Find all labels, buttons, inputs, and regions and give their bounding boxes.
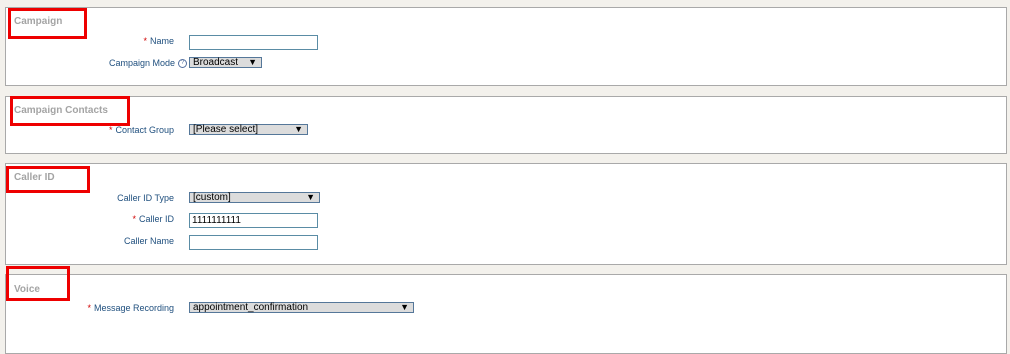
chevron-down-icon: ▼ <box>294 124 303 134</box>
contact-group-label: * Contact Group <box>108 125 174 135</box>
message-recording-select[interactable]: appointment_confirmation ▼ <box>189 302 414 313</box>
caller-id-type-label: Caller ID Type <box>117 193 174 203</box>
name-input[interactable] <box>189 35 318 50</box>
caller-id-title-highlight <box>6 166 90 193</box>
campaign-mode-label: Campaign Mode? <box>109 58 187 69</box>
caller-id-label: * Caller ID <box>132 214 174 224</box>
voice-title-highlight <box>6 266 70 301</box>
campaign-title-highlight <box>8 8 87 39</box>
campaign-mode-select[interactable]: Broadcast ▼ <box>189 57 262 68</box>
contact-group-select[interactable]: [Please select] ▼ <box>189 124 308 135</box>
caller-id-type-select[interactable]: [custom] ▼ <box>189 192 320 203</box>
message-recording-label: * Message Recording <box>87 303 174 313</box>
caller-name-input[interactable] <box>189 235 318 250</box>
campaign-section: Campaign <box>5 7 1007 86</box>
chevron-down-icon: ▼ <box>248 57 257 67</box>
chevron-down-icon: ▼ <box>400 302 409 312</box>
contacts-title-highlight <box>10 96 130 126</box>
name-label: * Name <box>143 36 174 46</box>
chevron-down-icon: ▼ <box>306 192 315 202</box>
help-icon[interactable]: ? <box>178 59 187 69</box>
caller-name-label: Caller Name <box>123 236 174 246</box>
caller-id-input[interactable] <box>189 213 318 228</box>
voice-section: Voice <box>5 274 1007 354</box>
